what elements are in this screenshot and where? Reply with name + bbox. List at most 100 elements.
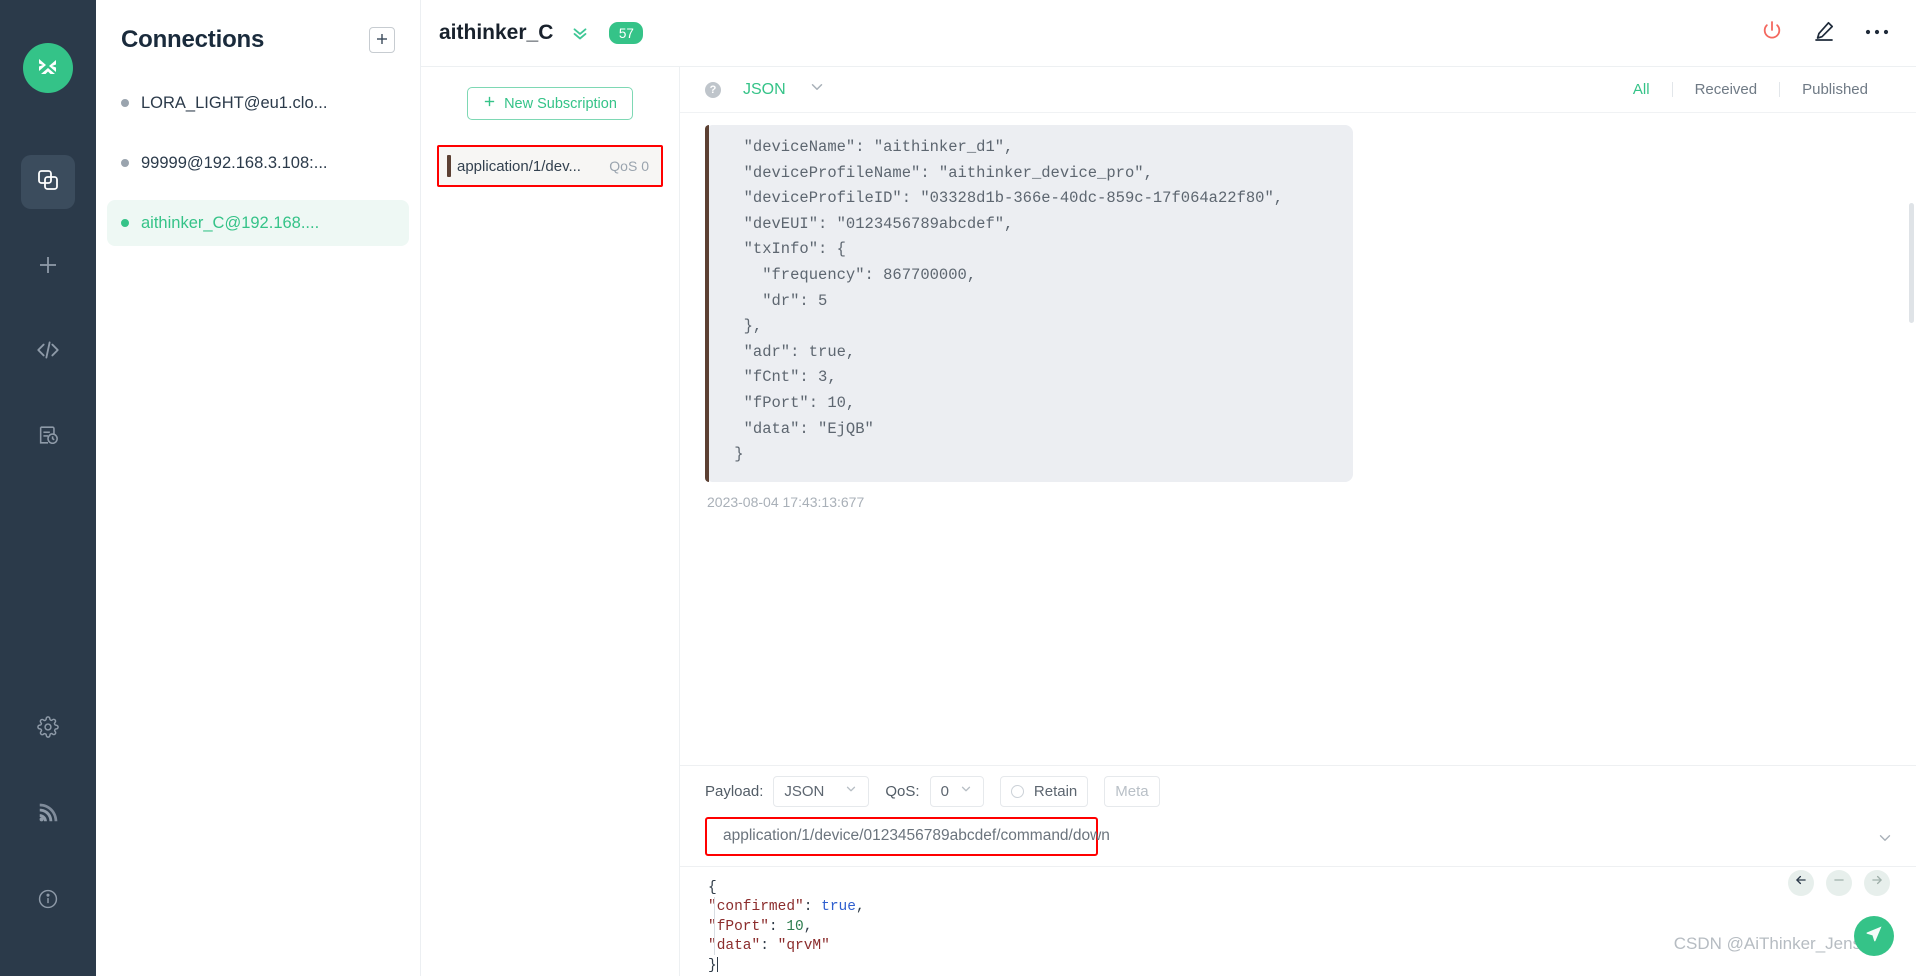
arrow-right-icon [1870, 873, 1884, 892]
rail-item-connections[interactable] [21, 155, 75, 209]
message-bubble[interactable]: "deviceName": "aithinker_d1", "devicePro… [705, 125, 1353, 482]
power-icon [1760, 19, 1784, 48]
gear-icon [37, 715, 59, 743]
editor-value-data: "qrvM" [777, 938, 830, 954]
info-icon [37, 888, 59, 915]
plus-icon [483, 95, 496, 112]
rail-item-about[interactable] [21, 874, 75, 928]
message-item: "deviceName": "aithinker_d1", "devicePro… [680, 113, 1916, 510]
status-dot-icon [121, 219, 129, 227]
qos-select[interactable]: 0 [929, 775, 984, 807]
connections-panel: Connections LORA_LIGHT@eu1.clo... 99999@… [96, 0, 421, 976]
list-item[interactable]: 99999@192.168.3.108:... [107, 140, 409, 186]
subscription-topic: application/1/dev... [457, 157, 581, 175]
minus-icon [1832, 873, 1846, 892]
connection-title: aithinker_C [439, 21, 554, 44]
disconnect-button[interactable] [1760, 19, 1784, 48]
send-button[interactable] [1854, 916, 1894, 956]
watermark: CSDN @AiThinker_Jenson [1673, 934, 1880, 953]
editor-value-confirmed: true [821, 899, 856, 915]
main-area: aithinker_C 57 New Subscription applicat… [421, 0, 1916, 976]
pencil-icon [1812, 19, 1836, 48]
connection-topbar: aithinker_C 57 [421, 0, 1916, 67]
add-connection-button[interactable] [369, 27, 395, 53]
rail-item-new-connection[interactable] [21, 240, 75, 294]
indent-guide [714, 896, 715, 955]
meta-button[interactable]: Meta [1104, 775, 1160, 807]
body-row: New Subscription application/1/dev... Qo… [421, 67, 1916, 976]
message-timestamp: 2023-08-04 17:43:13:677 [707, 493, 865, 510]
payload-label: Payload: [705, 782, 764, 800]
status-dot-icon [121, 159, 129, 167]
topic-input[interactable]: application/1/device/0123456789abcdef/co… [705, 816, 1110, 856]
history-next-button[interactable] [1864, 869, 1890, 896]
chevron-down-icon[interactable] [808, 78, 826, 101]
send-icon [1864, 924, 1884, 949]
list-item[interactable]: application/1/dev... QoS 0 [437, 145, 663, 187]
rail-item-settings[interactable] [21, 702, 75, 756]
meta-label: Meta [1115, 782, 1149, 800]
tab-published[interactable]: Published [1780, 81, 1890, 98]
tab-received[interactable]: Received [1673, 81, 1780, 98]
tab-all[interactable]: All [1611, 81, 1672, 98]
editor-key-confirmed: "confirmed" [708, 899, 804, 915]
editor-value-fport: 10 [786, 918, 804, 935]
messages-panel: ? JSON All Received Published "deviceNam… [680, 67, 1916, 976]
new-subscription-button[interactable]: New Subscription [467, 87, 633, 120]
editor-sep: : [768, 918, 787, 935]
rail-bottom-group [21, 702, 75, 976]
connections-icon [36, 168, 60, 197]
qos-value: 0 [940, 782, 949, 800]
connection-label: 99999@192.168.3.108:... [141, 153, 328, 172]
plus-icon [36, 253, 60, 282]
list-item[interactable]: LORA_LIGHT@eu1.clo... [107, 80, 409, 126]
more-options-button[interactable] [1864, 24, 1890, 42]
editor-line-5: } [708, 957, 717, 974]
rail-item-broker[interactable] [21, 788, 75, 842]
subscription-list: application/1/dev... QoS 0 [421, 145, 679, 187]
connections-header: Connections [96, 0, 420, 62]
editor-sep: : [803, 899, 822, 915]
left-icon-rail [0, 0, 96, 976]
code-icon [35, 337, 61, 368]
topic-value: application/1/device/0123456789abcdef/co… [723, 827, 1110, 844]
edit-connection-button[interactable] [1812, 19, 1836, 48]
messages-scroll-area[interactable]: "deviceName": "aithinker_d1", "devicePro… [680, 113, 1916, 765]
payload-format-label[interactable]: JSON [743, 81, 786, 99]
editor-line-1: { [708, 879, 717, 896]
history-clear-button[interactable] [1826, 869, 1852, 896]
compose-options: Payload: JSON QoS: 0 Retain Meta [680, 766, 1916, 817]
chevron-double-down-icon[interactable] [569, 22, 591, 44]
signal-icon [37, 802, 59, 829]
chevron-down-icon [844, 782, 858, 800]
connection-label: LORA_LIGHT@eu1.clo... [141, 93, 328, 112]
messages-scrollbar[interactable] [1909, 203, 1914, 323]
qos-label: QoS: [885, 782, 920, 800]
message-payload: "deviceName": "aithinker_d1", "devicePro… [734, 138, 1284, 464]
plus-icon [375, 31, 389, 49]
subscriptions-panel: New Subscription application/1/dev... Qo… [421, 67, 680, 976]
editor-sep: : [760, 938, 778, 954]
editor-comma: , [855, 899, 865, 915]
connection-label: aithinker_C@192.168.... [141, 213, 320, 232]
rail-top-group [21, 155, 75, 495]
chevron-down-icon [959, 782, 973, 800]
mqttx-window: Connections LORA_LIGHT@eu1.clo... 99999@… [0, 0, 1916, 976]
rail-item-log[interactable] [21, 410, 75, 464]
question-mark-icon[interactable]: ? [705, 81, 721, 98]
retain-label: Retain [1033, 782, 1078, 800]
chevron-down-icon[interactable] [1876, 829, 1894, 852]
retain-checkbox[interactable]: Retain [999, 775, 1089, 807]
history-prev-button[interactable] [1788, 869, 1814, 896]
payload-format-select[interactable]: JSON [773, 775, 870, 807]
messages-toolbar: ? JSON All Received Published [680, 67, 1916, 113]
mqttx-logo-icon [23, 43, 73, 93]
ellipsis-icon [1864, 24, 1890, 42]
connection-list: LORA_LIGHT@eu1.clo... 99999@192.168.3.10… [96, 80, 420, 246]
text-caret [716, 956, 718, 972]
rail-item-scripts[interactable] [21, 325, 75, 379]
page-title: Connections [121, 26, 265, 53]
payload-editor[interactable]: { "confirmed": true, "fPort": 10, "data"… [680, 865, 1916, 976]
list-item[interactable]: aithinker_C@192.168.... [107, 200, 409, 246]
history-nav-buttons [1788, 869, 1890, 896]
